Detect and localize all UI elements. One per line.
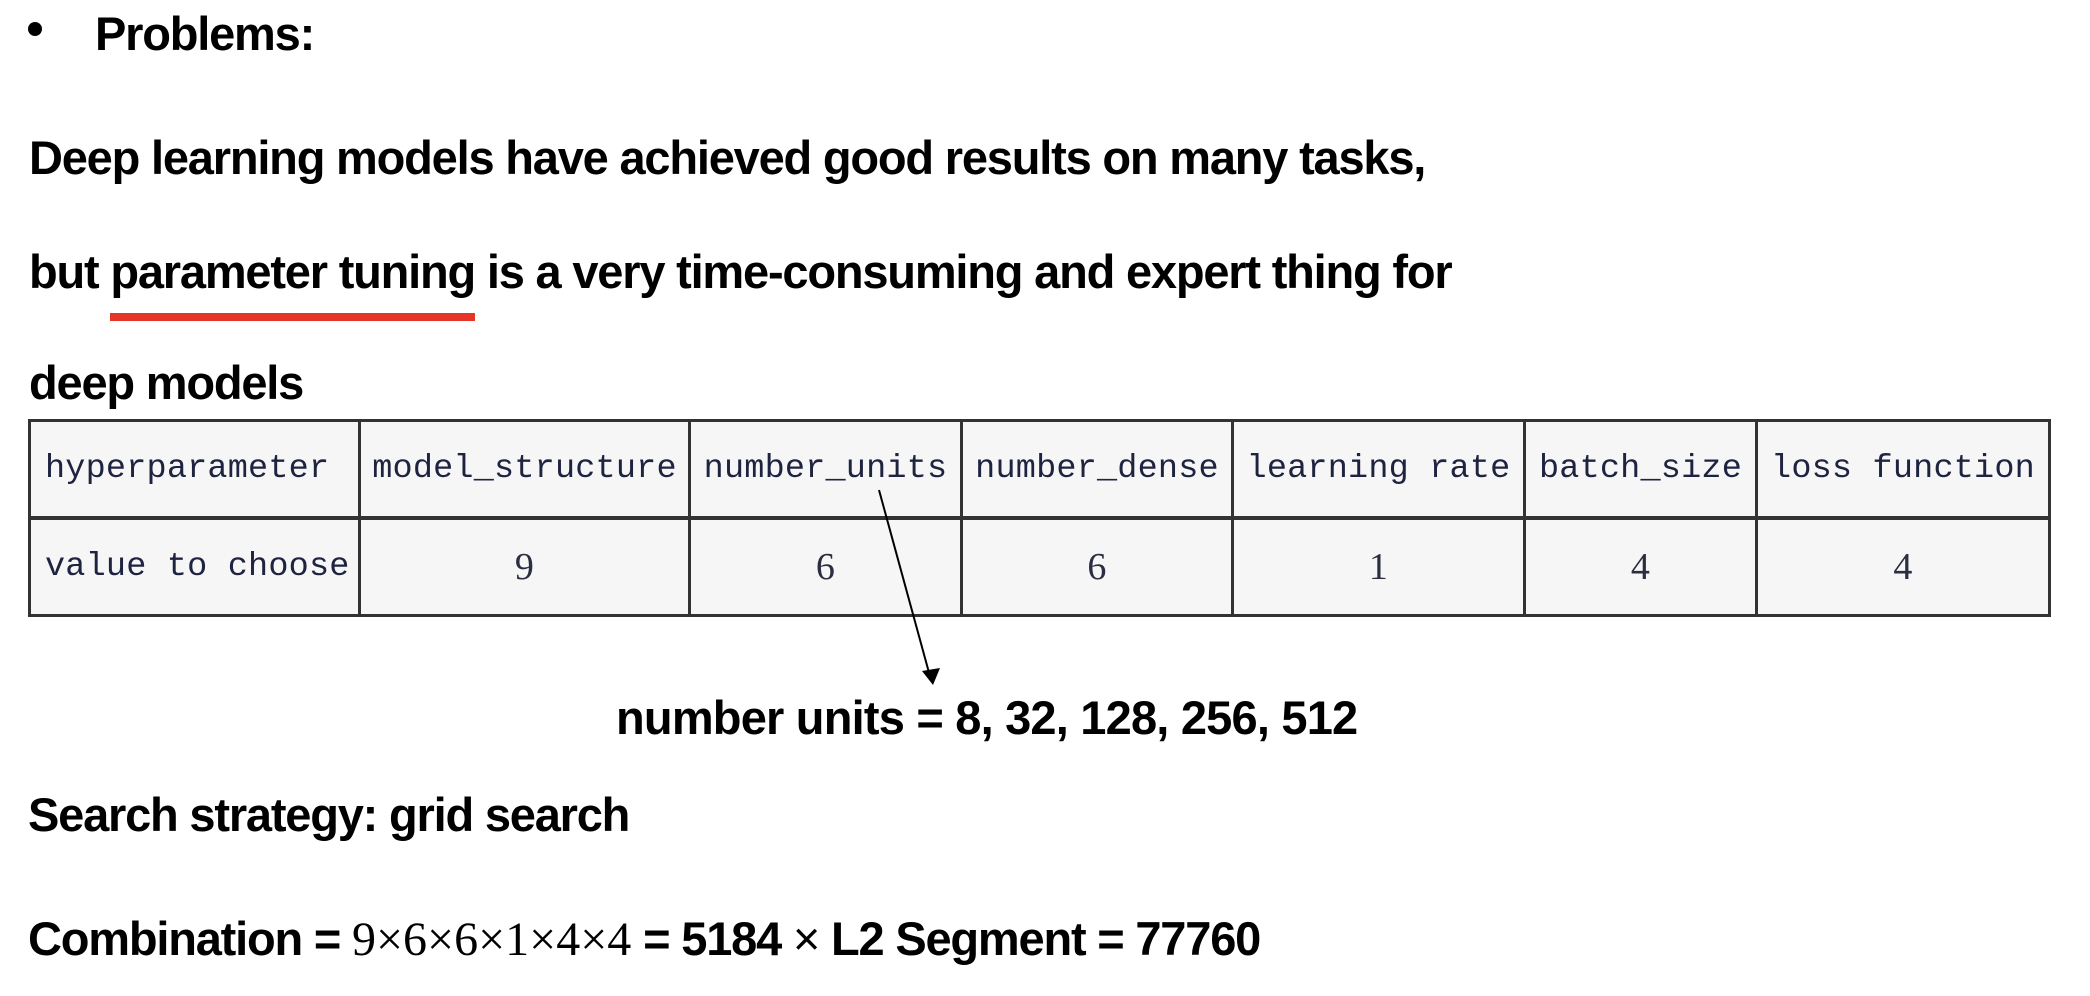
header-cell: number_units xyxy=(688,419,963,520)
header-cell: number_dense xyxy=(960,419,1234,520)
value-cell: 4 xyxy=(1523,516,1758,617)
row-label: hyperparameter xyxy=(28,419,361,520)
header-cell: loss function xyxy=(1755,419,2051,520)
row-label: value to choose xyxy=(28,516,361,617)
header-cell: model_structure xyxy=(358,419,691,520)
header-cell: batch_size xyxy=(1523,419,1758,520)
combination-expression: 9×6×6×1×4×4 xyxy=(351,913,632,966)
value-cell: 4 xyxy=(1755,516,2051,617)
combination-segment: L2 Segment = 77760 xyxy=(819,912,1261,965)
value-cell: 6 xyxy=(960,516,1234,617)
paragraph-line-2: but parameter tuning is a very time-cons… xyxy=(29,245,1453,321)
combination-result: = 5184 xyxy=(631,912,793,965)
highlight-text: parameter tuning xyxy=(110,245,476,298)
header-cell: learning rate xyxy=(1231,419,1526,520)
value-cell: 9 xyxy=(358,516,691,617)
section-heading: Problems: xyxy=(95,7,315,60)
table-row-hyperparameter: hyperparameter model_structure number_un… xyxy=(28,419,2051,520)
red-underline xyxy=(110,313,476,321)
paragraph-line-1: Deep learning models have achieved good … xyxy=(29,131,1426,184)
times-symbol: × xyxy=(792,912,820,965)
value-cell: 6 xyxy=(688,516,963,617)
hyperparameter-table: hyperparameter model_structure number_un… xyxy=(28,419,2051,617)
arrow-head-icon xyxy=(922,668,940,685)
line2-prefix: but xyxy=(29,245,111,298)
paragraph-line-3: deep models xyxy=(29,356,304,409)
combination-formula: Combination = 9×6×6×1×4×4 = 5184 × L2 Se… xyxy=(28,912,1261,966)
combination-label: Combination = xyxy=(28,912,352,965)
bullet-icon xyxy=(28,22,42,36)
search-strategy-text: Search strategy: grid search xyxy=(28,788,630,841)
number-units-annotation: number units = 8, 32, 128, 256, 512 xyxy=(616,691,1358,744)
line2-suffix: is a very time-consuming and expert thin… xyxy=(475,245,1453,298)
value-cell: 1 xyxy=(1231,516,1526,617)
highlighted-phrase: parameter tuning xyxy=(110,245,476,321)
table-row-values: value to choose 9 6 6 1 4 4 xyxy=(28,516,2051,617)
